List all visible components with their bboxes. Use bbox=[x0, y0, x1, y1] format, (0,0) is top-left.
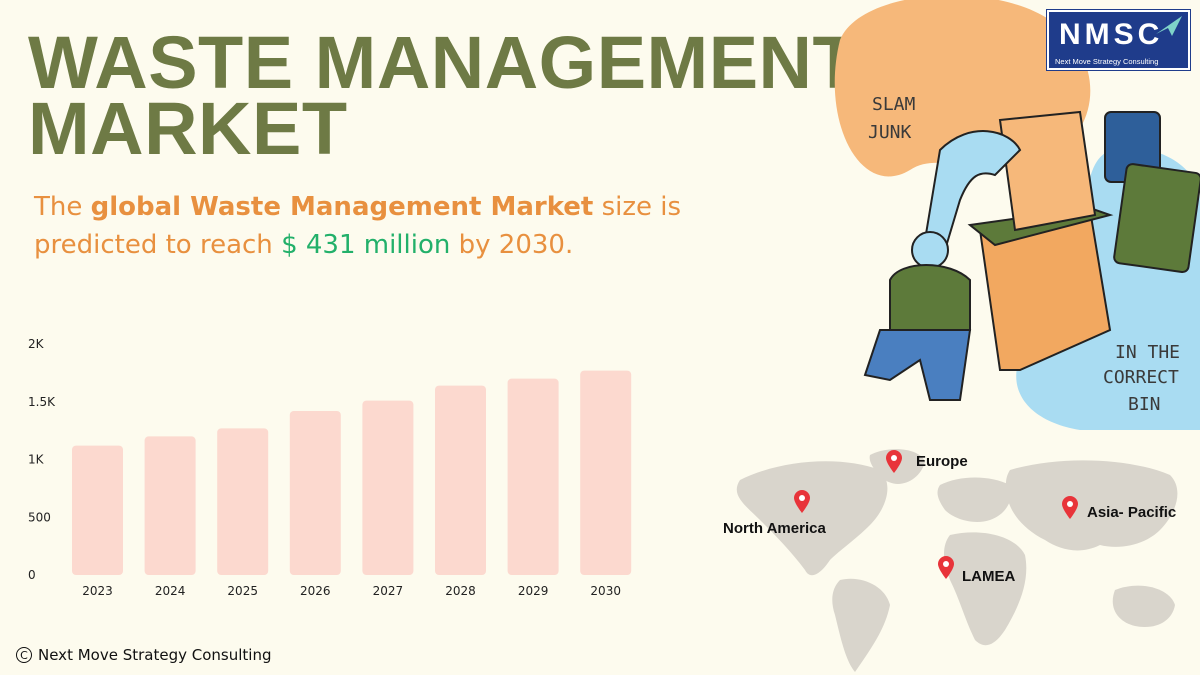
illus-text-2b: CORRECT bbox=[1103, 367, 1179, 388]
title-line-2: MARKET bbox=[28, 87, 348, 170]
x-tick-label: 2024 bbox=[155, 584, 186, 598]
person-legs bbox=[863, 329, 972, 401]
y-tick-label: 1.5K bbox=[28, 395, 56, 409]
person-head bbox=[911, 231, 949, 269]
subtitle-bold: global Waste Management Market bbox=[90, 192, 594, 222]
bar bbox=[72, 445, 123, 575]
region-label-lamea: LAMEA bbox=[962, 568, 1016, 585]
y-tick-label: 2K bbox=[28, 337, 45, 351]
logo-arrow-icon bbox=[1156, 16, 1182, 36]
bar bbox=[217, 428, 269, 575]
small-bin-green bbox=[1113, 163, 1200, 274]
south-america-land bbox=[832, 578, 890, 672]
footer: C Next Move Strategy Consulting bbox=[16, 646, 271, 664]
box-flap bbox=[998, 110, 1097, 232]
page-title: WASTE MANAGEMENT MARKET bbox=[28, 26, 858, 170]
logo-subtitle: Next Move Strategy Consulting bbox=[1055, 57, 1159, 66]
y-tick-label: 1K bbox=[28, 453, 45, 467]
pin-icon-north-america bbox=[794, 490, 810, 513]
bar bbox=[507, 378, 559, 575]
x-tick-label: 2028 bbox=[445, 584, 476, 598]
illus-text-1b: JUNK bbox=[868, 122, 912, 143]
africa-land bbox=[944, 532, 1027, 646]
footer-text: Next Move Strategy Consulting bbox=[38, 646, 272, 664]
y-tick-label: 0 bbox=[28, 568, 36, 582]
x-tick-label: 2026 bbox=[300, 584, 331, 598]
illus-text-1a: SLAM bbox=[872, 94, 916, 115]
subtitle-prefix: The bbox=[34, 192, 91, 222]
australia-land bbox=[1112, 585, 1175, 628]
illus-text-2c: BIN bbox=[1128, 394, 1161, 415]
company-logo: NMSC Next Move Strategy Consulting bbox=[1046, 9, 1191, 71]
subtitle-suffix: by 2030. bbox=[450, 230, 574, 260]
bar bbox=[580, 370, 632, 575]
region-label-europe: Europe bbox=[916, 453, 968, 470]
x-tick-label: 2025 bbox=[227, 584, 258, 598]
pin-icon-lamea bbox=[938, 556, 954, 579]
subtitle: The global Waste Management Market size … bbox=[34, 188, 734, 264]
bar bbox=[362, 400, 414, 575]
pin-icon-asia-pacific bbox=[1062, 496, 1078, 519]
region-label-asia-pacific: Asia- Pacific bbox=[1087, 504, 1177, 521]
pin-icon-europe bbox=[886, 450, 902, 473]
x-tick-label: 2030 bbox=[590, 584, 621, 598]
subtitle-value: $ 431 million bbox=[281, 230, 451, 260]
bar bbox=[144, 436, 196, 575]
x-tick-label: 2023 bbox=[82, 584, 113, 598]
bar-chart: 0 500 1K 1.5K 2K 2023 2024 2025 2026 2027 2028 2029… bbox=[28, 337, 632, 598]
x-tick-label: 2029 bbox=[518, 584, 549, 598]
logo-text: NMSC bbox=[1059, 18, 1164, 51]
europe-land bbox=[937, 477, 1012, 522]
y-tick-label: 500 bbox=[28, 510, 51, 524]
copyright-icon: C bbox=[16, 647, 32, 663]
illus-text-2a: IN THE bbox=[1115, 342, 1180, 363]
x-tick-label: 2027 bbox=[373, 584, 404, 598]
person-body bbox=[889, 264, 971, 331]
bar bbox=[289, 410, 341, 575]
map-land bbox=[736, 449, 1178, 672]
bar bbox=[435, 385, 486, 575]
region-label-north-america: North America bbox=[723, 520, 826, 537]
north-america-land bbox=[736, 461, 888, 576]
world-map bbox=[736, 449, 1178, 672]
